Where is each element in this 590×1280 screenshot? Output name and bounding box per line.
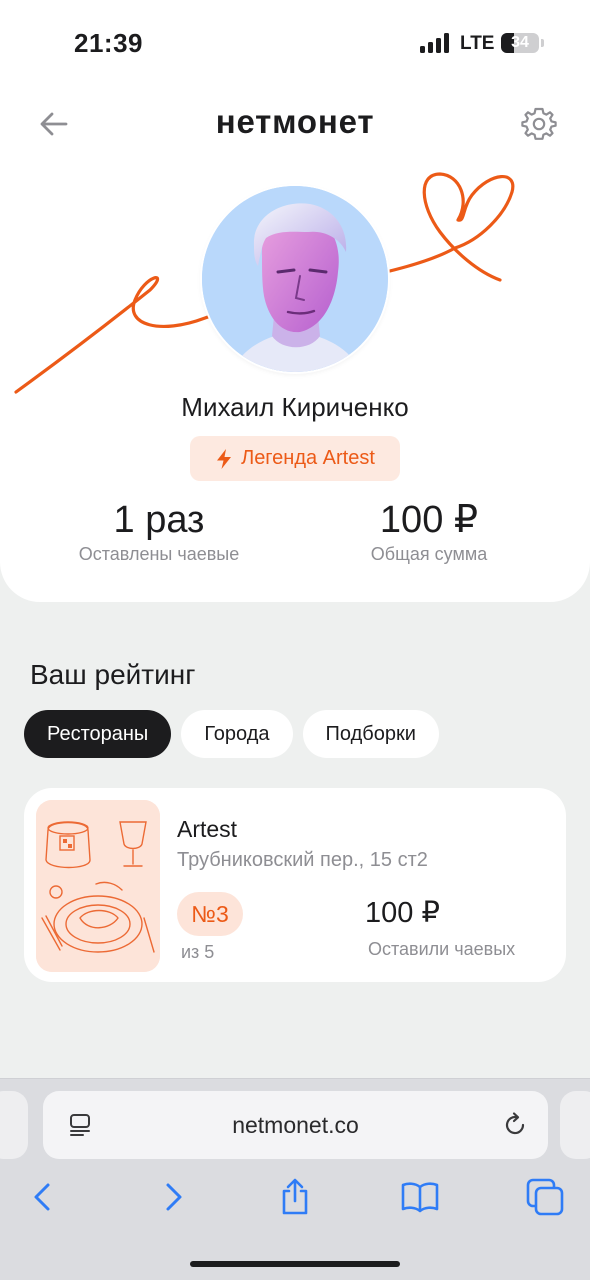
rank-total: из 5 <box>181 942 215 962</box>
rating-tabs: Рестораны Города Подборки <box>24 710 439 758</box>
url-text: netmonet.co <box>232 1112 359 1138</box>
restaurant-address: Трубниковский пер., 15 ст2 <box>177 849 428 871</box>
rank-badge: №3 <box>177 892 243 936</box>
stat-tips-count: 1 раз Оставлены чаевые <box>39 498 279 565</box>
browser-bar: netmonet.co <box>0 1078 590 1280</box>
avatar <box>202 186 388 372</box>
app-logo: нетмонет <box>215 103 375 140</box>
battery-tip <box>541 39 544 47</box>
battery-level: 34 <box>511 34 529 51</box>
address-bar[interactable]: netmonet.co <box>43 1091 548 1159</box>
cellular-signal-icon <box>420 33 449 53</box>
restaurant-name: Artest <box>177 816 238 842</box>
lightning-icon <box>217 448 232 469</box>
forward-icon[interactable] <box>152 1177 192 1217</box>
user-name: Михаил Кириченко <box>181 392 409 422</box>
status-badge: Легенда Artest <box>190 436 400 481</box>
tip-amount: 100 ₽ <box>365 897 440 929</box>
next-tab-preview[interactable] <box>560 1091 590 1159</box>
network-type: LTE <box>460 33 495 54</box>
profile-card: нетмонет Михаил Кириченко Легенда Artest… <box>0 0 590 602</box>
previous-tab-preview[interactable] <box>0 1091 28 1159</box>
status-time: 21:39 <box>74 28 143 58</box>
rating-title: Ваш рейтинг <box>30 659 196 690</box>
stat-caption: Оставлены чаевые <box>78 544 240 564</box>
tabs-icon[interactable] <box>525 1177 565 1217</box>
stat-value: 1 раз <box>113 499 205 541</box>
back-icon[interactable] <box>24 1177 64 1217</box>
home-indicator <box>190 1261 400 1267</box>
gear-icon[interactable] <box>520 105 558 143</box>
status-badge-label: Легенда Artest <box>241 447 375 469</box>
tab-cities[interactable]: Города <box>181 710 293 758</box>
stat-value: 100 ₽ <box>379 499 479 541</box>
restaurant-image <box>36 800 160 972</box>
tip-caption: Оставили чаевых <box>368 939 516 959</box>
stat-total-amount: 100 ₽ Общая сумма <box>309 498 549 565</box>
tab-collections[interactable]: Подборки <box>302 710 439 758</box>
screen: 21:39 LTE 34 нетмонет Михаил Кириченко Л… <box>0 0 590 1280</box>
bookmarks-icon[interactable] <box>400 1177 440 1217</box>
battery-icon: 34 <box>501 33 539 53</box>
share-icon[interactable] <box>275 1177 315 1217</box>
stat-caption: Общая сумма <box>370 544 488 564</box>
status-bar: 21:39 LTE 34 <box>0 0 590 88</box>
reload-icon[interactable] <box>501 1111 529 1139</box>
tab-restaurants[interactable]: Рестораны <box>24 710 172 758</box>
restaurant-card[interactable]: Artest Трубниковский пер., 15 ст2 №3 из … <box>24 788 566 982</box>
